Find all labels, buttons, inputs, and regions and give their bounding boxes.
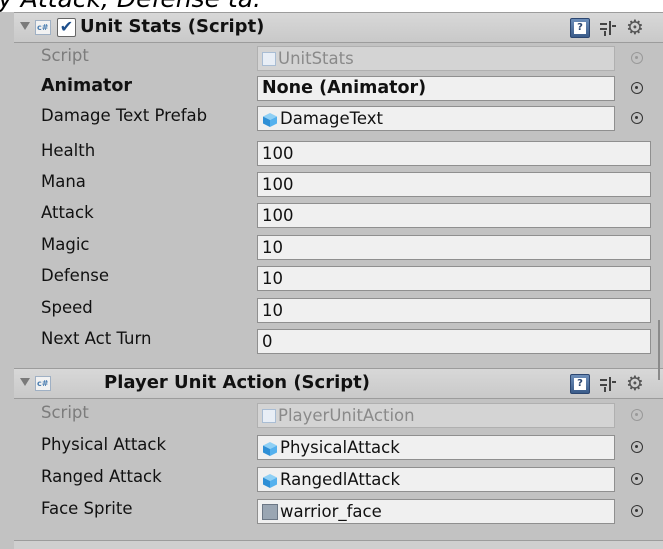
object-picker-icon[interactable]	[631, 82, 643, 94]
field-row-attack: Attack 100	[14, 200, 663, 230]
script-field: UnitStats	[257, 46, 615, 71]
help-icon[interactable]: ?	[570, 18, 590, 38]
field-row-ranged-attack: Ranged Attack RangedlAttack	[14, 464, 663, 494]
field-label: Script	[41, 403, 89, 422]
object-picker-icon	[631, 52, 643, 64]
field-row-damage-text-prefab: Damage Text Prefab DamageText	[14, 103, 663, 133]
script-field: PlayerUnitAction	[257, 403, 615, 428]
presets-icon[interactable]	[598, 18, 618, 38]
magic-input[interactable]: 10	[257, 235, 651, 260]
prefab-cube-icon	[263, 441, 277, 456]
object-picker-icon	[631, 409, 643, 421]
field-row-script: Script UnitStats	[14, 43, 663, 73]
field-row-magic: Magic 10	[14, 232, 663, 262]
object-picker-icon[interactable]	[631, 441, 643, 453]
foldout-arrow-icon[interactable]	[20, 22, 30, 30]
field-label: Speed	[41, 298, 93, 317]
field-label: Face Sprite	[41, 499, 133, 518]
next-act-turn-input[interactable]: 0	[257, 329, 651, 354]
field-label: Attack	[41, 203, 94, 222]
component-title: Player Unit Action (Script)	[104, 372, 370, 393]
player-unit-action-component: c# Player Unit Action (Script) ? ⚙ Scrip…	[14, 368, 663, 540]
foldout-arrow-icon[interactable]	[20, 378, 30, 386]
field-label: Physical Attack	[41, 435, 167, 454]
component-title: Unit Stats (Script)	[80, 16, 265, 37]
field-label: Next Act Turn	[41, 329, 152, 348]
field-row-mana: Mana 100	[14, 169, 663, 199]
top-caption: y Attack, Defense ta.	[0, 0, 261, 12]
field-row-speed: Speed 10	[14, 295, 663, 325]
top-text-strip: y Attack, Defense ta.	[0, 0, 663, 12]
field-label: Animator	[41, 76, 133, 96]
unit-stats-header[interactable]: c# ✔ Unit Stats (Script) ? ⚙	[14, 12, 663, 43]
speed-input[interactable]: 10	[257, 298, 651, 323]
scrollbar[interactable]	[658, 320, 660, 380]
unit-stats-component: c# ✔ Unit Stats (Script) ? ⚙ Script Unit…	[14, 12, 663, 367]
attack-input[interactable]: 100	[257, 203, 651, 228]
field-row-next-act-turn: Next Act Turn 0	[14, 326, 663, 356]
csharp-script-icon: c#	[35, 20, 51, 35]
physical-attack-field[interactable]: PhysicalAttack	[257, 435, 615, 460]
field-row-script: Script PlayerUnitAction	[14, 400, 663, 430]
object-picker-icon[interactable]	[631, 473, 643, 485]
animator-field[interactable]: None (Animator)	[257, 76, 615, 101]
field-label: Ranged Attack	[41, 467, 162, 486]
field-row-face-sprite: Face Sprite warrior_face	[14, 496, 663, 526]
sprite-icon	[262, 503, 278, 520]
presets-icon[interactable]	[598, 374, 618, 394]
prefab-cube-icon	[263, 112, 277, 127]
field-label: Health	[41, 141, 96, 160]
health-input[interactable]: 100	[257, 141, 651, 166]
csharp-script-icon: c#	[35, 376, 51, 391]
script-file-icon	[262, 408, 276, 423]
object-picker-icon[interactable]	[631, 112, 643, 124]
object-picker-icon[interactable]	[631, 505, 643, 517]
field-row-physical-attack: Physical Attack PhysicalAttack	[14, 432, 663, 462]
player-unit-action-header[interactable]: c# Player Unit Action (Script) ? ⚙	[14, 368, 663, 399]
gear-icon[interactable]: ⚙	[626, 371, 644, 395]
ranged-attack-field[interactable]: RangedlAttack	[257, 467, 615, 492]
component-enabled-checkbox[interactable]: ✔	[57, 18, 76, 37]
field-row-animator: Animator None (Animator)	[14, 73, 663, 103]
field-row-health: Health 100	[14, 138, 663, 168]
damage-text-prefab-field[interactable]: DamageText	[257, 106, 615, 131]
field-label: Script	[41, 46, 89, 65]
prefab-cube-icon	[263, 473, 277, 488]
field-row-defense: Defense 10	[14, 263, 663, 293]
field-label: Damage Text Prefab	[41, 106, 208, 125]
face-sprite-field[interactable]: warrior_face	[257, 499, 615, 524]
field-label: Defense	[41, 266, 110, 285]
field-label: Magic	[41, 235, 90, 254]
field-label: Mana	[41, 172, 86, 191]
gear-icon[interactable]: ⚙	[626, 15, 644, 39]
defense-input[interactable]: 10	[257, 266, 651, 291]
script-file-icon	[262, 51, 276, 66]
help-icon[interactable]: ?	[570, 374, 590, 394]
mana-input[interactable]: 100	[257, 172, 651, 197]
